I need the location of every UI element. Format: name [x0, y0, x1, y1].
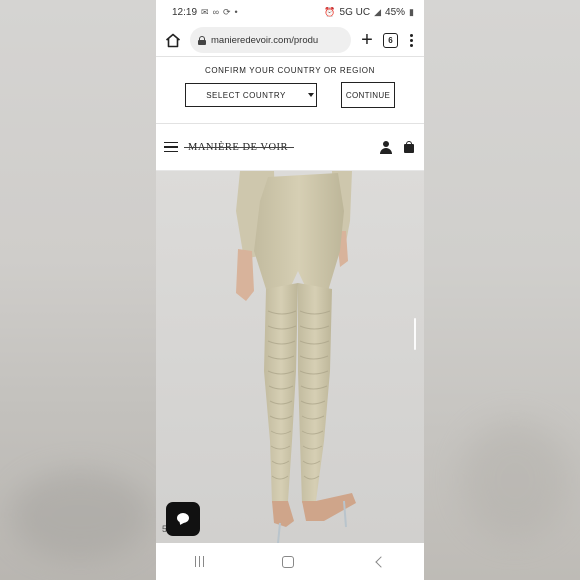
status-right: ⏰ 5G UC ◢ 45% ▮ — [324, 7, 414, 18]
status-bar: 12:19 ✉ ∞ ⟳ • ⏰ 5G UC ◢ 45% ▮ — [156, 0, 424, 24]
status-left: 12:19 ✉ ∞ ⟳ • — [172, 7, 238, 18]
site-logo[interactable]: MANIÈRE DE VOIR — [184, 142, 380, 153]
caret-down-icon — [307, 93, 314, 97]
alarm-icon: ⏰ — [324, 6, 336, 17]
address-bar[interactable]: manieredevoir.com/produ — [190, 27, 351, 53]
chat-bubble-icon — [176, 512, 190, 526]
backdrop-left — [0, 0, 156, 580]
signal-icon: ◢ — [374, 6, 382, 17]
account-icon[interactable] — [380, 140, 392, 154]
home-button[interactable] — [162, 29, 184, 51]
line — [164, 141, 178, 144]
scroll-indicator[interactable] — [413, 318, 416, 350]
line — [164, 150, 178, 153]
home-icon — [165, 33, 181, 47]
battery-label: 45% — [385, 6, 406, 18]
dot — [409, 33, 413, 37]
bar — [202, 556, 205, 567]
dot-icon: • — [234, 7, 238, 17]
line — [164, 146, 178, 148]
battery-icon: ▮ — [409, 6, 414, 17]
hamburger-icon[interactable] — [164, 141, 178, 153]
country-select[interactable]: SELECT COUNTRY — [185, 83, 317, 107]
browser-toolbar: manieredevoir.com/produ + 6 — [156, 24, 424, 56]
product-image-area[interactable] — [156, 171, 424, 543]
bar — [198, 556, 201, 567]
url-text: manieredevoir.com/produ — [211, 34, 319, 46]
back-icon[interactable] — [375, 555, 387, 568]
country-controls: SELECT COUNTRY CONTINUE — [185, 82, 395, 108]
network-label: 5G UC — [339, 6, 371, 18]
gmail-icon: ✉ — [201, 6, 209, 17]
tab-switcher-button[interactable]: 6 — [383, 32, 398, 48]
dot — [409, 38, 413, 42]
product-photo — [156, 171, 424, 543]
backdrop-right — [424, 0, 580, 580]
dot — [409, 43, 413, 47]
new-tab-button[interactable]: + — [357, 30, 377, 50]
country-title: CONFIRM YOUR COUNTRY OR REGION — [204, 66, 375, 75]
android-nav-bar — [156, 543, 424, 580]
site-header: MANIÈRE DE VOIR — [156, 124, 424, 171]
phone-screen: 12:19 ✉ ∞ ⟳ • ⏰ 5G UC ◢ 45% ▮ manieredev… — [156, 0, 424, 580]
bar — [195, 556, 197, 567]
status-time: 12:19 — [172, 6, 198, 18]
country-banner: CONFIRM YOUR COUNTRY OR REGION SELECT CO… — [156, 56, 424, 124]
link-icon: ∞ — [212, 7, 219, 17]
country-select-label: SELECT COUNTRY — [206, 90, 286, 100]
shopping-bag-icon[interactable] — [404, 141, 414, 153]
continue-button[interactable]: CONTINUE — [341, 82, 395, 108]
lock-icon — [198, 35, 206, 45]
home-nav-icon[interactable] — [282, 555, 295, 568]
sync-icon: ⟳ — [223, 6, 231, 17]
browser-menu-button[interactable] — [404, 33, 418, 47]
recents-icon[interactable] — [195, 556, 205, 567]
header-icons — [380, 140, 414, 154]
chat-button[interactable] — [166, 502, 200, 536]
